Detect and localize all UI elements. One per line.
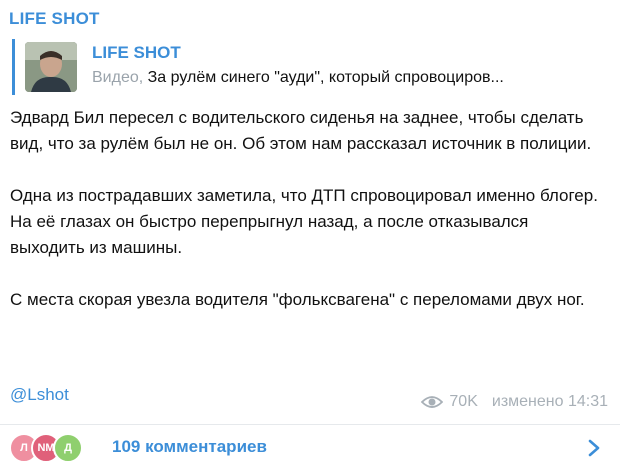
reply-text: За рулём синего "ауди", который спровоци… [147, 69, 504, 86]
channel-mention-link[interactable]: @Lshot [10, 385, 69, 405]
channel-post: LIFE SHOT LIFE SHOT Видео, За рулём сине… [0, 0, 620, 470]
commenter-avatars: Л NM Д [9, 433, 99, 463]
edited-timestamp: изменено 14:31 [491, 393, 608, 410]
comments-button[interactable]: Л NM Д 109 комментариев [0, 425, 620, 470]
comments-count-label[interactable]: 109 комментариев [112, 437, 267, 457]
reply-preview[interactable]: LIFE SHOT Видео, За рулём синего "ауди",… [12, 39, 608, 95]
reply-channel-name: LIFE SHOT [92, 43, 181, 62]
chevron-right-icon[interactable] [588, 439, 600, 457]
views-count: 70K [449, 393, 478, 410]
channel-name[interactable]: LIFE SHOT [9, 9, 100, 29]
eye-icon [421, 396, 444, 408]
video-thumbnail-image [25, 42, 77, 92]
post-paragraph-2: Одна из пострадавших заметила, что ДТП с… [10, 186, 598, 257]
reply-media-kind: Видео, [92, 69, 144, 86]
post-paragraph-1: Эдвард Бил пересел с водительского сиден… [10, 108, 592, 153]
avatar: Д [53, 433, 83, 463]
post-body: Эдвард Бил пересел с водительского сиден… [10, 105, 606, 339]
reply-thumbnail [25, 42, 77, 92]
post-meta: 70K изменено 14:31 [421, 393, 608, 411]
reply-snippet: Видео, За рулём синего "ауди", который с… [92, 69, 504, 87]
post-paragraph-3: С места скорая увезла водителя "фольксва… [10, 290, 585, 309]
